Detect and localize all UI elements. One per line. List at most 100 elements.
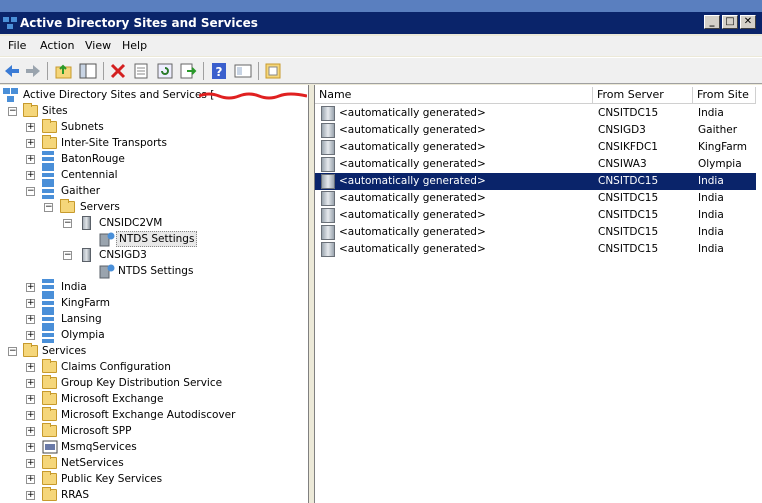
details-list[interactable]: Name From Server From Site <automaticall… — [314, 85, 762, 503]
expand-icon[interactable]: + — [26, 171, 35, 180]
tree-item-ntds-settings-2[interactable]: NTDS Settings — [0, 263, 300, 279]
list-row-selected[interactable]: <automatically generated> CNSITDC15 Indi… — [315, 173, 756, 190]
tree-item-microsoft-exchange[interactable]: + Microsoft Exchange — [0, 391, 300, 407]
tree-item-cnsigd3[interactable]: − CNSIGD3 — [0, 247, 300, 263]
menu-help[interactable]: Help — [122, 39, 147, 52]
collapse-icon[interactable]: − — [8, 347, 17, 356]
expand-icon[interactable]: + — [26, 123, 35, 132]
tree-item-batonrouge[interactable]: + BatonRouge — [0, 151, 300, 167]
tree-item-services[interactable]: − Services — [0, 343, 300, 359]
column-header-from-site[interactable]: From Site — [693, 87, 756, 104]
tree-item-lansing[interactable]: + Lansing — [0, 311, 300, 327]
tree-item-ntds-settings-1[interactable]: NTDS Settings — [0, 231, 300, 247]
collapse-icon[interactable]: − — [26, 187, 35, 196]
maximize-button[interactable]: □ — [722, 15, 738, 29]
minimize-button[interactable]: _ — [704, 15, 720, 29]
console-tree-icon[interactable] — [234, 62, 252, 80]
folder-icon — [23, 343, 38, 357]
tree-item-public-key-services[interactable]: + Public Key Services — [0, 471, 300, 487]
menu-view[interactable]: View — [85, 39, 111, 52]
filter-icon[interactable] — [264, 62, 282, 80]
title-bar[interactable]: Active Directory Sites and Services _ □ … — [0, 12, 762, 34]
expand-icon[interactable]: + — [26, 331, 35, 340]
folder-icon — [42, 375, 57, 389]
expand-icon[interactable]: + — [26, 475, 35, 484]
tree-item-sites[interactable]: − Sites — [0, 103, 300, 119]
list-row[interactable]: <automatically generated> CNSITDC15 Indi… — [315, 241, 756, 258]
tree-item-gaither[interactable]: − Gaither — [0, 183, 300, 199]
console-tree[interactable]: Active Directory Sites and Services [ ] … — [0, 85, 309, 503]
folder-icon — [42, 135, 57, 149]
list-row[interactable]: <automatically generated> CNSITDC15 Indi… — [315, 190, 756, 207]
connection-icon — [321, 140, 335, 155]
export-icon[interactable] — [179, 62, 197, 80]
collapse-icon[interactable]: − — [8, 107, 17, 116]
tree-item-centennial[interactable]: + Centennial — [0, 167, 300, 183]
show-hide-tree-icon[interactable] — [79, 62, 97, 80]
tree-item-subnets[interactable]: + Subnets — [0, 119, 300, 135]
tree-label: CNSIGD3 — [99, 249, 147, 261]
tree-item-india[interactable]: + India — [0, 279, 300, 295]
close-button[interactable]: ✕ — [740, 15, 756, 29]
tree-label: NTDS Settings — [116, 231, 198, 247]
expand-icon[interactable]: + — [26, 139, 35, 148]
menu-action[interactable]: Action — [40, 39, 74, 52]
delete-icon[interactable] — [109, 62, 127, 80]
list-row[interactable]: <automatically generated> CNSIKFDC1 King… — [315, 139, 756, 156]
expand-icon[interactable]: + — [26, 315, 35, 324]
toolbar: ? — [0, 57, 762, 84]
connection-icon — [321, 242, 335, 257]
tree-item-group-key-distribution[interactable]: + Group Key Distribution Service — [0, 375, 300, 391]
tree-item-cnsidc2vm[interactable]: − CNSIDC2VM — [0, 215, 300, 231]
tree-item-servers[interactable]: − Servers — [0, 199, 300, 215]
list-row[interactable]: <automatically generated> CNSITDC15 Indi… — [315, 207, 756, 224]
connection-icon — [321, 157, 335, 172]
tree-item-rras[interactable]: + RRAS — [0, 487, 300, 503]
forward-arrow-icon[interactable] — [24, 62, 42, 80]
expand-icon[interactable]: + — [26, 155, 35, 164]
properties-icon[interactable] — [132, 62, 150, 80]
expand-icon[interactable]: + — [26, 459, 35, 468]
tree-label: NetServices — [61, 457, 124, 469]
expand-icon[interactable]: + — [26, 491, 35, 500]
tree-label: Microsoft SPP — [61, 425, 132, 437]
tree-item-olympia[interactable]: + Olympia — [0, 327, 300, 343]
column-header-name[interactable]: Name — [315, 87, 593, 104]
list-row[interactable]: <automatically generated> CNSITDC15 Indi… — [315, 105, 756, 122]
tree-item-netservices[interactable]: + NetServices — [0, 455, 300, 471]
tree-item-claims-configuration[interactable]: + Claims Configuration — [0, 359, 300, 375]
list-row[interactable]: <automatically generated> CNSIWA3 Olympi… — [315, 156, 756, 173]
expand-icon[interactable]: + — [26, 395, 35, 404]
site-icon — [42, 295, 54, 311]
server-icon — [82, 216, 91, 230]
connection-icon — [321, 106, 335, 121]
expand-icon[interactable]: + — [26, 427, 35, 436]
collapse-icon[interactable]: − — [63, 219, 72, 228]
expand-icon[interactable]: + — [26, 283, 35, 292]
list-row[interactable]: <automatically generated> CNSITDC15 Indi… — [315, 224, 756, 241]
refresh-icon[interactable] — [156, 62, 174, 80]
expand-icon[interactable]: + — [26, 299, 35, 308]
up-folder-icon[interactable] — [55, 62, 73, 80]
collapse-icon[interactable]: − — [44, 203, 53, 212]
tree-item-microsoft-spp[interactable]: + Microsoft SPP — [0, 423, 300, 439]
tree-item-msmqservices[interactable]: + MsmqServices — [0, 439, 300, 455]
tree-label: Public Key Services — [61, 473, 163, 485]
tree-label: Microsoft Exchange — [61, 393, 164, 405]
column-header-from-server[interactable]: From Server — [593, 87, 693, 104]
toolbar-separator — [258, 62, 259, 80]
collapse-icon[interactable]: − — [63, 251, 72, 260]
tree-item-kingfarm[interactable]: + KingFarm — [0, 295, 300, 311]
expand-icon[interactable]: + — [26, 411, 35, 420]
list-row[interactable]: <automatically generated> CNSIGD3 Gaithe… — [315, 122, 756, 139]
expand-icon[interactable]: + — [26, 363, 35, 372]
help-icon[interactable]: ? — [210, 62, 228, 80]
server-icon — [82, 248, 91, 262]
folder-icon — [42, 471, 57, 485]
tree-item-exchange-autodiscover[interactable]: + Microsoft Exchange Autodiscover — [0, 407, 300, 423]
tree-item-inter-site-transports[interactable]: + Inter-Site Transports — [0, 135, 300, 151]
menu-file[interactable]: File — [8, 39, 26, 52]
back-arrow-icon[interactable] — [3, 62, 21, 80]
expand-icon[interactable]: + — [26, 379, 35, 388]
expand-icon[interactable]: + — [26, 443, 35, 452]
